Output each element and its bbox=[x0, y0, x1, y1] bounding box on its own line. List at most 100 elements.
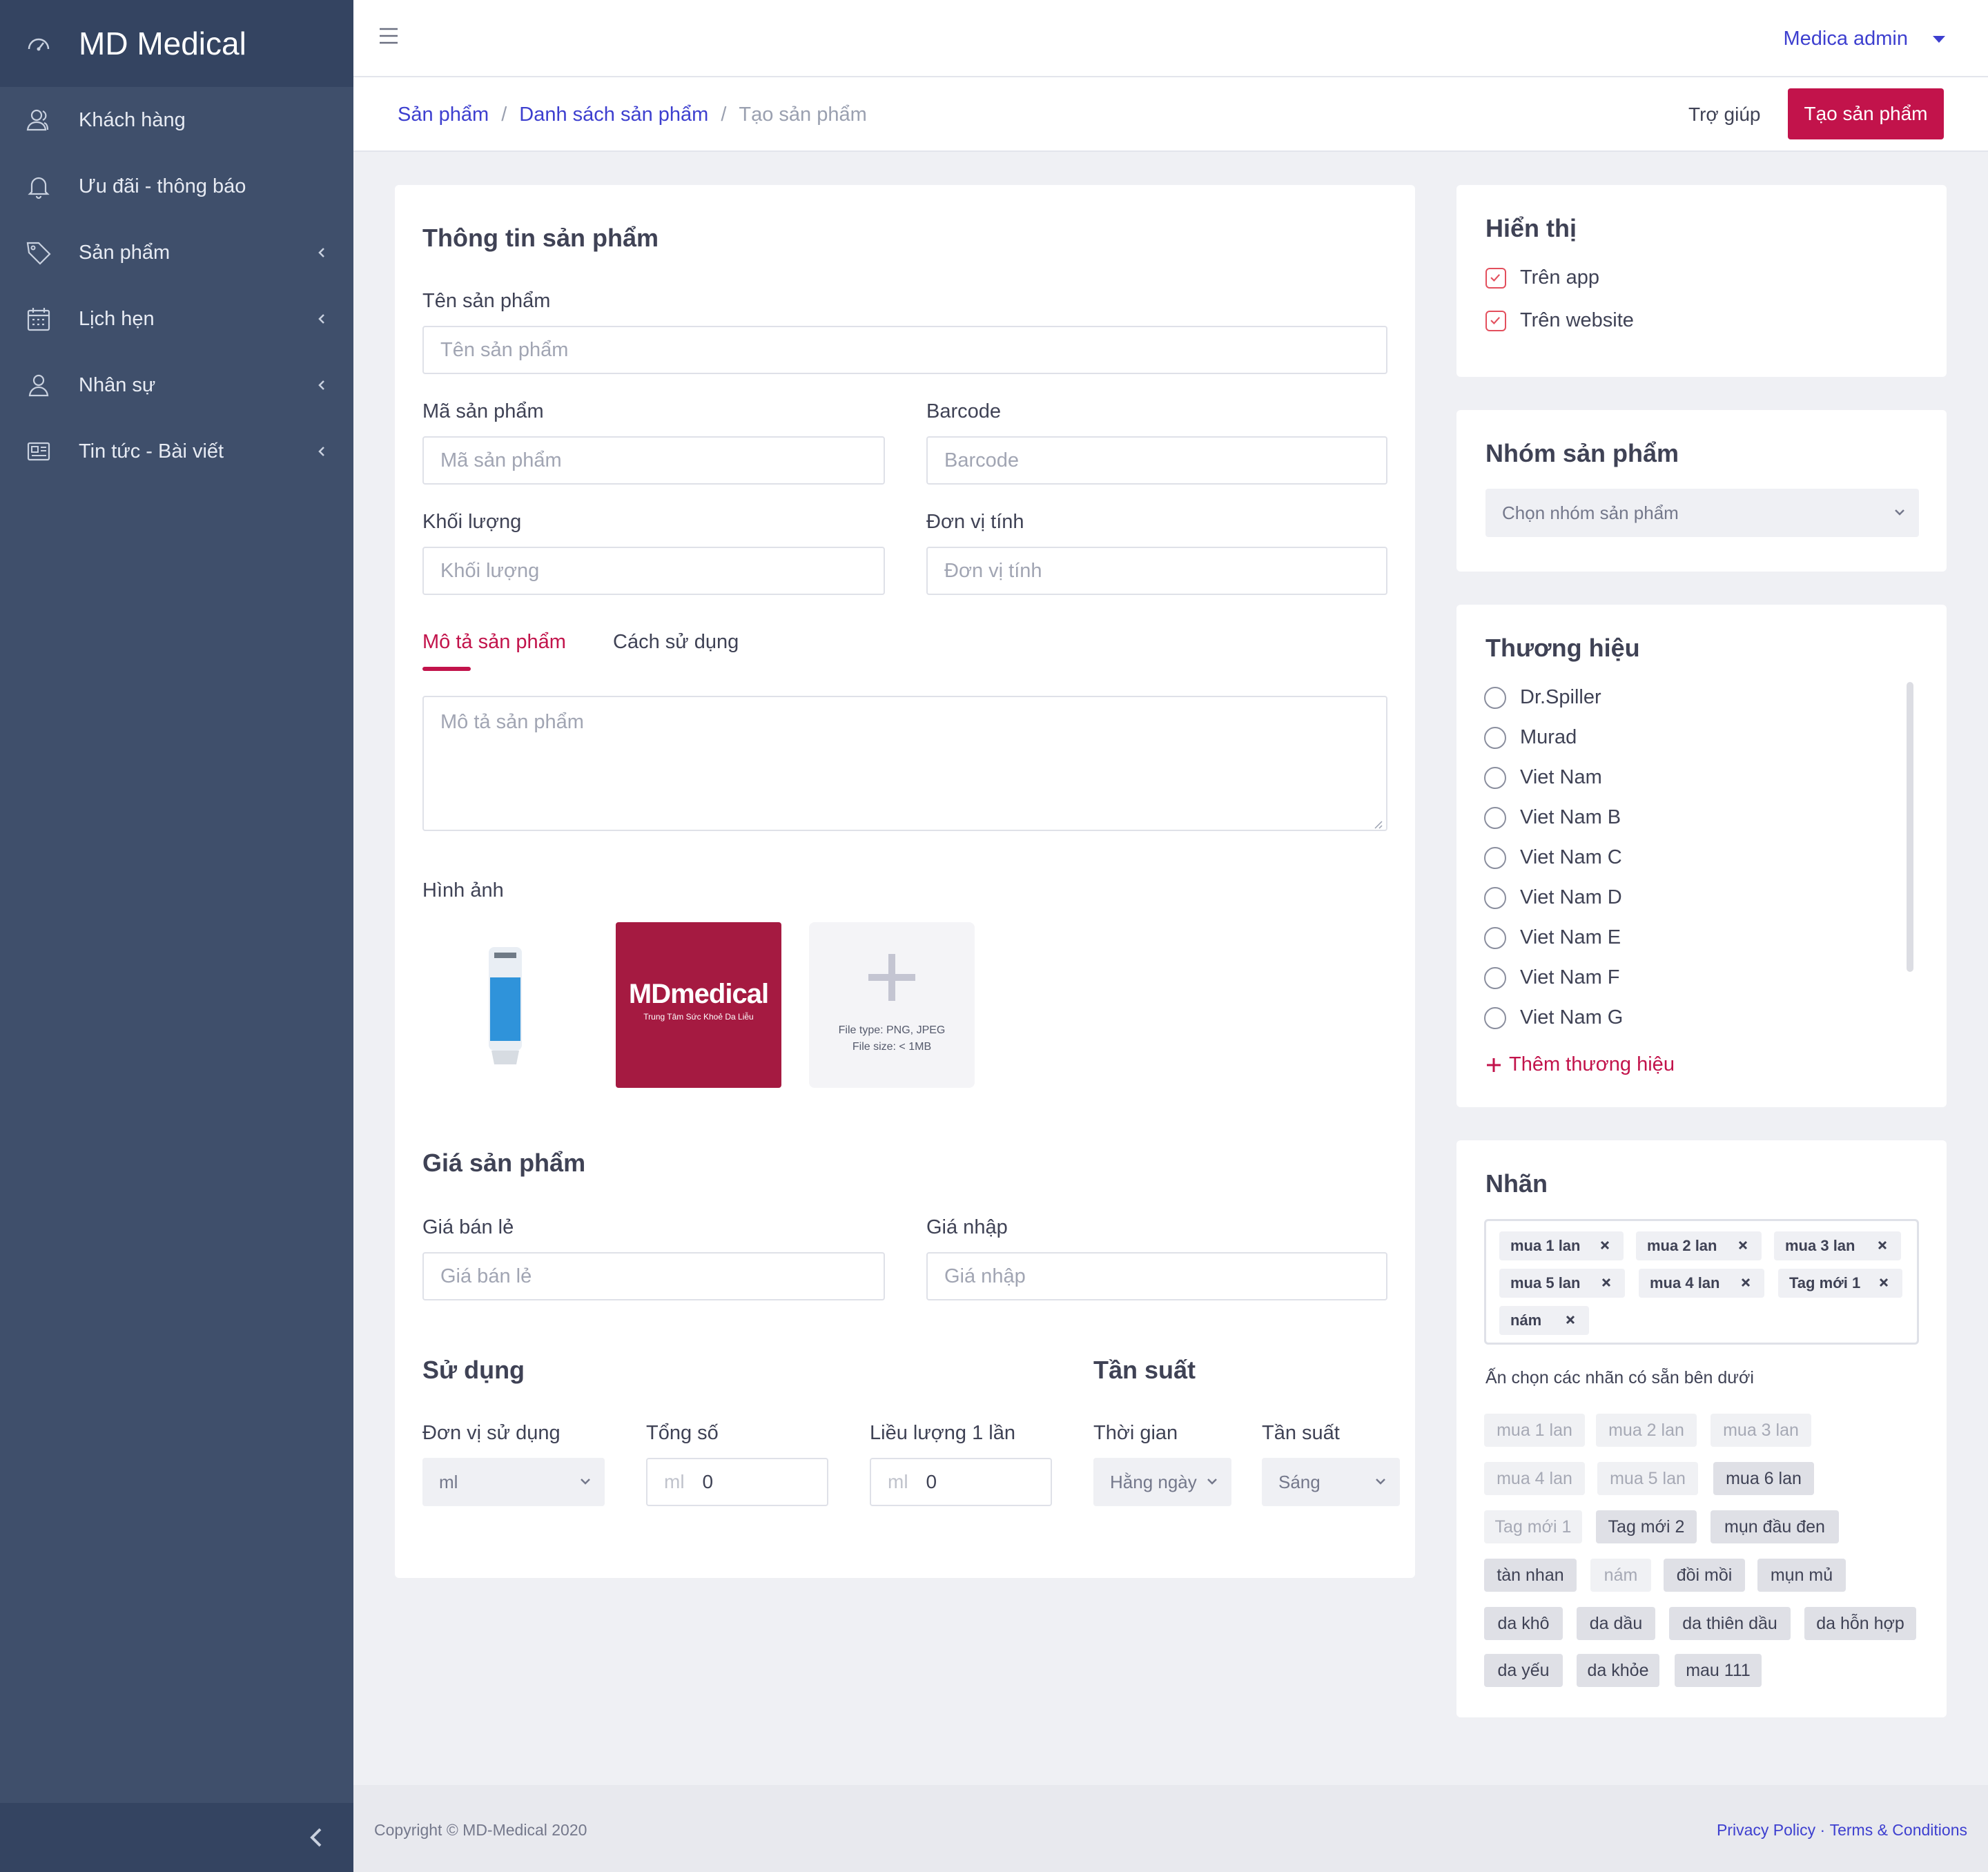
frequency-select[interactable]: Sáng bbox=[1262, 1458, 1400, 1506]
product-group-title: Nhóm sản phẩm bbox=[1485, 439, 1679, 467]
breadcrumb-link-product-list[interactable]: Danh sách sản phẩm bbox=[519, 104, 708, 126]
barcode-label: Barcode bbox=[926, 400, 1002, 422]
label-chip[interactable]: da thiên dầu bbox=[1669, 1607, 1791, 1640]
dose-input[interactable]: ml 0 bbox=[870, 1458, 1052, 1506]
brand[interactable]: MD Medical bbox=[0, 0, 353, 87]
retail-price-input[interactable]: Giá bán lẻ bbox=[422, 1252, 885, 1300]
user-menu[interactable]: Medica admin bbox=[1783, 28, 1945, 50]
import-price-input[interactable]: Giá nhập bbox=[926, 1252, 1387, 1300]
sidebar-item-news[interactable]: Tin tức - Bài viết bbox=[0, 418, 353, 485]
label-chip[interactable]: mau 111 bbox=[1675, 1654, 1762, 1687]
product-name-label: Tên sản phẩm bbox=[422, 290, 551, 312]
create-product-button[interactable]: Tạo sản phẩm bbox=[1788, 88, 1944, 139]
close-icon[interactable] bbox=[1599, 1239, 1611, 1251]
total-input[interactable]: ml 0 bbox=[646, 1458, 828, 1506]
retail-price-label: Giá bán lẻ bbox=[422, 1216, 514, 1238]
sidebar-item-staff[interactable]: Nhân sự bbox=[0, 352, 353, 418]
hamburger-menu-icon[interactable] bbox=[378, 26, 399, 46]
tag-text: mua 2 lan bbox=[1647, 1237, 1717, 1254]
brand-radio[interactable]: Viet Nam F bbox=[1484, 966, 1620, 989]
calendar-icon bbox=[27, 308, 50, 331]
close-icon[interactable] bbox=[1600, 1276, 1612, 1289]
label-chip[interactable]: mua 5 lan bbox=[1597, 1462, 1698, 1495]
add-brand-button[interactable]: Thêm thương hiệu bbox=[1485, 1053, 1675, 1076]
breadcrumb-link-products[interactable]: Sản phẩm bbox=[398, 104, 489, 126]
label-chip[interactable]: mụn mủ bbox=[1757, 1559, 1846, 1592]
radio-unchecked-icon bbox=[1484, 806, 1506, 829]
brand-logo-image[interactable]: MDmedical Trung Tâm Sức Khoẻ Da Liễu bbox=[616, 922, 781, 1088]
image-upload-dropzone[interactable]: File type: PNG, JPEG File size: < 1MB bbox=[809, 922, 975, 1088]
caret-down-icon bbox=[1933, 35, 1945, 43]
footer: Copyright © MD-Medical 2020 Privacy Poli… bbox=[353, 1785, 1988, 1872]
unit-input[interactable]: Đơn vị tính bbox=[926, 547, 1387, 595]
privacy-policy-link[interactable]: Privacy Policy bbox=[1717, 1821, 1815, 1840]
newspaper-icon bbox=[27, 442, 50, 461]
brands-scrollbar[interactable] bbox=[1907, 682, 1913, 972]
barcode-input[interactable]: Barcode bbox=[926, 436, 1387, 485]
product-code-input[interactable]: Mã sản phẩm bbox=[422, 436, 885, 485]
collapse-sidebar-icon[interactable] bbox=[304, 1825, 329, 1850]
close-icon[interactable] bbox=[1564, 1314, 1577, 1326]
label-chip[interactable]: tàn nhan bbox=[1484, 1559, 1577, 1592]
product-group-placeholder: Chọn nhóm sản phẩm bbox=[1502, 502, 1679, 523]
brand-radio[interactable]: Viet Nam bbox=[1484, 766, 1602, 789]
topbar: Medica admin bbox=[353, 0, 1988, 77]
terms-link[interactable]: Terms & Conditions bbox=[1830, 1821, 1967, 1840]
brand-radio[interactable]: Dr.Spiller bbox=[1484, 686, 1601, 709]
brand-label: Viet Nam C bbox=[1520, 846, 1622, 868]
radio-unchecked-icon bbox=[1484, 846, 1506, 869]
tab-usage[interactable]: Cách sử dụng bbox=[613, 631, 739, 654]
close-icon[interactable] bbox=[1737, 1239, 1749, 1251]
label-chip[interactable]: đồi mồi bbox=[1664, 1559, 1745, 1592]
label-chip[interactable]: da dầu bbox=[1577, 1607, 1655, 1640]
label-chip[interactable]: nám bbox=[1590, 1559, 1651, 1592]
brands-title: Thương hiệu bbox=[1485, 634, 1640, 662]
tag-icon bbox=[26, 242, 51, 265]
sidebar-item-promotions[interactable]: Ưu đãi - thông báo bbox=[0, 153, 353, 220]
label-chip[interactable]: mụn đầu đen bbox=[1711, 1510, 1839, 1543]
upload-file-type-hint: File type: PNG, JPEG bbox=[838, 1024, 946, 1036]
brand-radio[interactable]: Viet Nam G bbox=[1484, 1006, 1623, 1029]
time-value: Hằng ngày bbox=[1110, 1471, 1197, 1492]
label-chip[interactable]: mua 4 lan bbox=[1484, 1462, 1585, 1495]
sidebar-item-label: Ưu đãi - thông báo bbox=[79, 175, 246, 197]
tab-description[interactable]: Mô tả sản phẩm bbox=[422, 631, 566, 654]
brand-radio[interactable]: Viet Nam B bbox=[1484, 806, 1621, 829]
label-chip[interactable]: Tag mới 2 bbox=[1596, 1510, 1697, 1543]
label-chip[interactable]: da yếu bbox=[1484, 1654, 1563, 1687]
skincare-tube-image bbox=[489, 947, 522, 1064]
usage-unit-select[interactable]: ml bbox=[422, 1458, 605, 1506]
brand-radio[interactable]: Viet Nam E bbox=[1484, 926, 1621, 949]
label-chip[interactable]: da khỏe bbox=[1577, 1654, 1659, 1687]
help-link[interactable]: Trợ giúp bbox=[1688, 104, 1760, 126]
sidebar-item-products[interactable]: Sản phẩm bbox=[0, 220, 353, 286]
footer-links: Privacy Policy · Terms & Conditions bbox=[1717, 1821, 1967, 1840]
price-title: Giá sản phẩm bbox=[422, 1149, 586, 1177]
display-on-app-checkbox[interactable]: Trên app bbox=[1485, 266, 1599, 289]
description-textarea[interactable]: Mô tả sản phẩm bbox=[422, 696, 1387, 831]
label-chip[interactable]: mua 6 lan bbox=[1713, 1462, 1814, 1495]
brand-radio[interactable]: Viet Nam D bbox=[1484, 886, 1622, 909]
display-on-website-checkbox[interactable]: Trên website bbox=[1485, 309, 1634, 332]
label-chip[interactable]: mua 2 lan bbox=[1596, 1414, 1697, 1447]
label-chip[interactable]: da hỗn hợp bbox=[1804, 1607, 1916, 1640]
label-chip[interactable]: mua 1 lan bbox=[1484, 1414, 1585, 1447]
label-chip[interactable]: mua 3 lan bbox=[1711, 1414, 1811, 1447]
selected-label-tag: Tag mới 1 bbox=[1778, 1269, 1902, 1298]
label-chip[interactable]: da khô bbox=[1484, 1607, 1563, 1640]
product-group-select[interactable]: Chọn nhóm sản phẩm bbox=[1485, 489, 1919, 537]
resize-handle-icon[interactable] bbox=[1372, 819, 1383, 830]
sidebar-item-appointments[interactable]: Lịch hẹn bbox=[0, 286, 353, 352]
brand-radio[interactable]: Viet Nam C bbox=[1484, 846, 1622, 869]
selected-label-tag: mua 3 lan bbox=[1774, 1231, 1901, 1260]
close-icon[interactable] bbox=[1878, 1276, 1890, 1289]
weight-input[interactable]: Khối lượng bbox=[422, 547, 885, 595]
close-icon[interactable] bbox=[1740, 1276, 1752, 1289]
product-name-input[interactable]: Tên sản phẩm bbox=[422, 326, 1387, 374]
product-image-thumbnail[interactable] bbox=[422, 922, 588, 1088]
time-select[interactable]: Hằng ngày bbox=[1093, 1458, 1231, 1506]
close-icon[interactable] bbox=[1876, 1239, 1889, 1251]
brand-radio[interactable]: Murad bbox=[1484, 726, 1577, 749]
sidebar-item-customers[interactable]: Khách hàng bbox=[0, 87, 353, 153]
label-chip[interactable]: Tag mới 1 bbox=[1484, 1510, 1582, 1543]
